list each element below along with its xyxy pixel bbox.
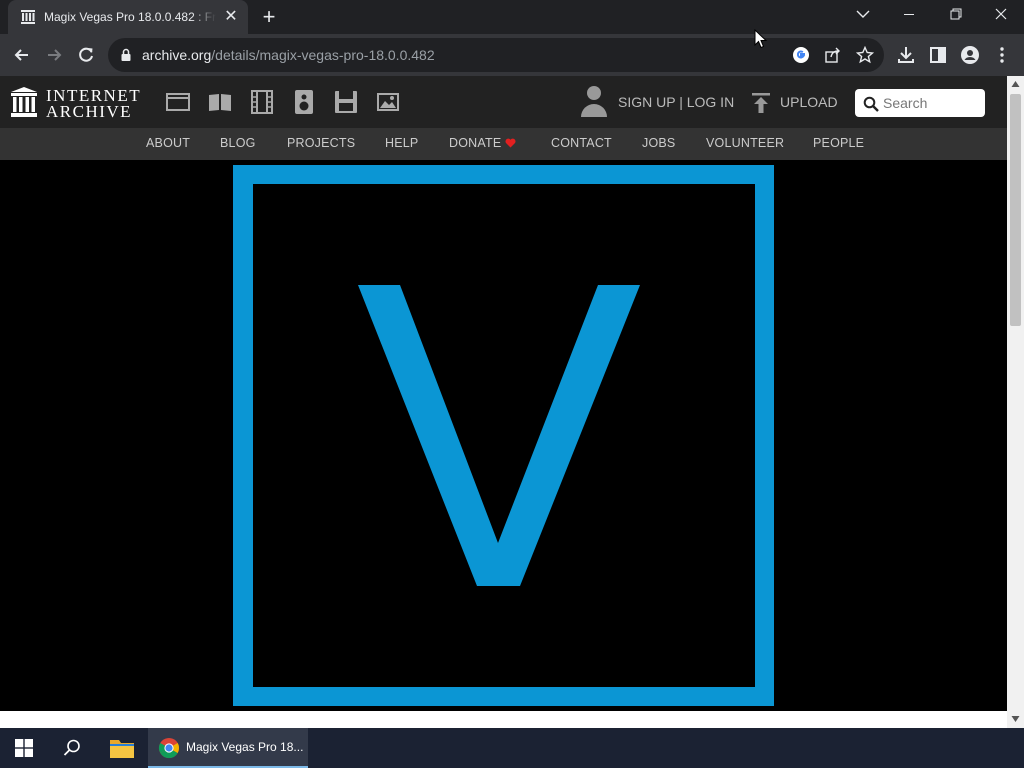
archive-building-icon — [11, 87, 37, 117]
page-below-fold — [0, 711, 1007, 728]
reload-icon[interactable] — [75, 44, 97, 66]
search-icon — [863, 96, 879, 112]
nav-contact[interactable]: CONTACT — [551, 136, 612, 150]
tab-title: Magix Vegas Pro 18.0.0.482 : Free — [44, 10, 216, 26]
nav-volunteer[interactable]: VOLUNTEER — [706, 136, 784, 150]
url-text: archive.org/details/magix-vegas-pro-18.0… — [142, 47, 435, 63]
tab-close-icon[interactable]: ✕ — [222, 8, 240, 26]
archive-favicon-icon — [21, 10, 35, 24]
nav-help[interactable]: HELP — [385, 136, 418, 150]
heart-icon — [505, 138, 516, 148]
upload-icon[interactable] — [750, 92, 772, 114]
menu-kebab-icon[interactable] — [991, 44, 1013, 66]
windows-taskbar: Magix Vegas Pro 18... — [0, 728, 1024, 768]
page-scrollbar[interactable] — [1007, 76, 1024, 728]
scroll-thumb[interactable] — [1010, 94, 1021, 326]
web-icon[interactable] — [165, 89, 191, 115]
search-input[interactable]: Search — [855, 89, 985, 117]
file-explorer-icon[interactable] — [109, 737, 135, 759]
taskbar-search-icon[interactable] — [62, 738, 82, 758]
tab-search-chevron-icon[interactable] — [840, 0, 886, 30]
software-icon[interactable] — [333, 89, 359, 115]
nav-blog[interactable]: BLOG — [220, 136, 256, 150]
scroll-down-icon[interactable] — [1011, 715, 1020, 723]
restore-icon[interactable] — [932, 0, 978, 30]
audio-icon[interactable] — [291, 89, 317, 115]
profile-icon[interactable] — [959, 44, 981, 66]
close-window-icon[interactable] — [978, 0, 1024, 30]
google-lens-icon[interactable] — [792, 46, 810, 64]
share-icon[interactable] — [824, 46, 842, 64]
lock-icon — [121, 48, 131, 61]
mouse-cursor-icon — [754, 29, 768, 49]
texts-icon[interactable] — [207, 89, 233, 115]
browser-titlebar: Magix Vegas Pro 18.0.0.482 : Free ✕ + — [0, 0, 1024, 34]
url-path: /details/magix-vegas-pro-18.0.0.482 — [211, 47, 435, 63]
download-icon[interactable] — [895, 44, 917, 66]
minimize-icon[interactable] — [886, 0, 932, 30]
upload-link[interactable]: UPLOAD — [780, 94, 838, 110]
back-arrow-icon[interactable] — [11, 44, 33, 66]
logo-text-archive: ARCHIVE — [46, 102, 133, 121]
video-icon[interactable] — [249, 89, 275, 115]
nav-about[interactable]: ABOUT — [146, 136, 190, 150]
taskbar-chrome-label: Magix Vegas Pro 18... — [186, 740, 304, 754]
user-icon[interactable] — [580, 84, 608, 120]
nav-projects[interactable]: PROJECTS — [287, 136, 355, 150]
browser-toolbar: archive.org/details/magix-vegas-pro-18.0… — [0, 34, 1024, 76]
taskbar-chrome-button[interactable]: Magix Vegas Pro 18... — [148, 728, 308, 768]
ia-nav-bar: ABOUT BLOG PROJECTS HELP DONATE CONTACT … — [0, 128, 1007, 160]
vegas-logo-image — [233, 165, 774, 706]
search-placeholder: Search — [883, 95, 928, 111]
item-preview-area — [0, 160, 1007, 711]
new-tab-button[interactable]: + — [258, 6, 280, 28]
windows-start-icon[interactable] — [15, 739, 33, 757]
browser-tab[interactable]: Magix Vegas Pro 18.0.0.482 : Free ✕ — [8, 0, 248, 34]
ia-logo[interactable]: INTERNET ARCHIVE — [10, 86, 150, 121]
scroll-up-icon[interactable] — [1011, 80, 1020, 88]
side-panel-icon[interactable] — [927, 44, 949, 66]
ia-header: INTERNET ARCHIVE SIGN UP | LOG IN UPLOAD… — [0, 76, 1007, 128]
bookmark-star-icon[interactable] — [856, 46, 874, 64]
forward-arrow-icon[interactable] — [43, 44, 65, 66]
chrome-icon — [158, 738, 180, 759]
nav-jobs[interactable]: JOBS — [642, 136, 675, 150]
nav-donate[interactable]: DONATE — [449, 136, 501, 150]
images-icon[interactable] — [375, 89, 401, 115]
signup-login-link[interactable]: SIGN UP | LOG IN — [618, 94, 734, 110]
nav-people[interactable]: PEOPLE — [813, 136, 864, 150]
url-host: archive.org — [142, 47, 212, 63]
